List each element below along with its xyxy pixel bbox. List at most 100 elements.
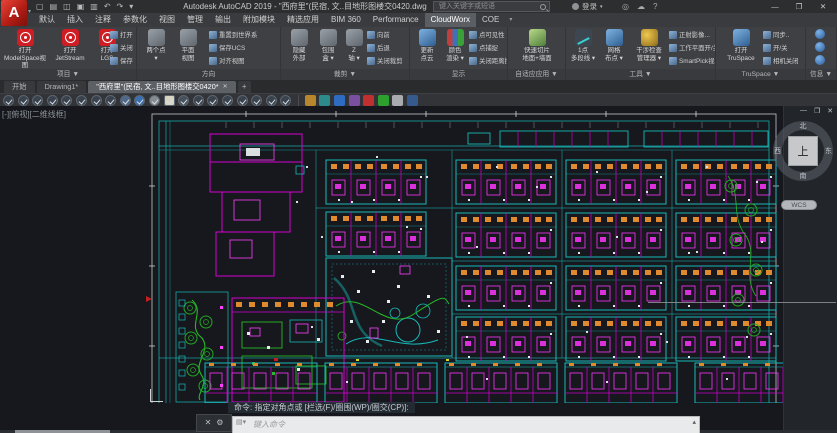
new-file-icon[interactable]: ▢ [36, 0, 44, 13]
clip-forward-button[interactable]: 向前 [367, 28, 409, 41]
wcs-dropdown[interactable]: WCS [781, 200, 817, 210]
ribbon-tab-7[interactable]: 附加模块 [237, 13, 281, 27]
cloudworx-app-icon-2[interactable] [334, 95, 345, 106]
redo-icon[interactable]: ↷ [117, 0, 124, 13]
info-icon-1[interactable] [815, 42, 825, 52]
expand-history-icon[interactable]: ▴ [692, 419, 696, 426]
viewcube-top-face[interactable]: 上 [788, 136, 818, 166]
cloudworx-tool-icon-3[interactable] [47, 95, 58, 106]
command-line-dock[interactable]: ✕ ⚙ ▤▾ ▴ [196, 414, 700, 432]
cloudworx-app-icon-1[interactable] [319, 95, 330, 106]
undo-icon[interactable]: ↶ [104, 0, 111, 13]
cloudworx-tool-icon-2[interactable] [32, 95, 43, 106]
cloudworx-tool-icon-0[interactable] [3, 95, 14, 106]
hide-outside-button[interactable]: 隐藏 外部 [285, 29, 313, 62]
viewcube-north-label[interactable]: 北 [800, 121, 807, 131]
close-command-icon[interactable]: ✕ [205, 419, 212, 427]
ribbon-tab-overflow-icon[interactable]: ▾ [505, 13, 516, 27]
cloudworx-app-icon-4[interactable] [363, 95, 374, 106]
help-icon[interactable]: ? [653, 2, 657, 11]
open-file-icon[interactable]: ▤ [50, 0, 58, 13]
qat-dropdown-icon[interactable]: ▾ [129, 0, 133, 13]
sign-in-button[interactable]: 登录 ▾ [572, 0, 603, 13]
viewcube-west-label[interactable]: 西 [774, 146, 781, 156]
drawing-tab-0[interactable]: 开始 [4, 81, 35, 93]
open-project-button[interactable]: 打开 [110, 28, 136, 41]
reset-to-world-button[interactable]: 重置到世界系 [209, 28, 279, 41]
grid-points-button[interactable]: 网格 布点 ▾ [600, 29, 628, 62]
clip-off-button[interactable]: 关闭裁剪 [367, 54, 409, 67]
ortho-image-button[interactable]: 正射影像... [669, 28, 715, 41]
cloudworx-tool-icon-15[interactable] [222, 95, 233, 106]
cloudworx-tool-icon-4[interactable] [61, 95, 72, 106]
viewcube-east-label[interactable]: 东 [825, 146, 832, 156]
work-plane-toggle-button[interactable]: 工作平面开/关 [669, 41, 715, 54]
camera-off-button[interactable]: 相机关闭 [763, 54, 805, 67]
cloudworx-tool-icon-14[interactable] [207, 95, 218, 106]
restore-button[interactable]: ❐ [787, 0, 811, 13]
command-input[interactable] [232, 416, 700, 433]
ribbon-tab-10[interactable]: Performance [367, 13, 425, 27]
info-icon-2[interactable] [815, 55, 825, 65]
doc-minimize-button[interactable]: — [800, 107, 807, 115]
viewcube-south-label[interactable]: 南 [800, 171, 807, 181]
plot-icon[interactable]: ▥ [90, 0, 98, 13]
model-space-canvas[interactable]: [-][俯视][二维线框] —❐✕ 北 南 东 西 上 WCS 命令: 指定对角… [0, 106, 837, 433]
plan-view-button[interactable]: 平面 视图 [173, 29, 203, 62]
save-ucs-button[interactable]: 保存UCS [209, 41, 279, 54]
cloudworx-tool-icon-16[interactable] [237, 95, 248, 106]
cloudworx-tool-icon-9[interactable] [134, 95, 145, 106]
update-pointcloud-button[interactable]: 更新 点云 [414, 29, 440, 62]
cloudworx-tool-icon-7[interactable] [105, 95, 116, 106]
minimize-button[interactable]: — [763, 0, 787, 13]
ribbon-tab-3[interactable]: 参数化 [117, 13, 153, 27]
cloudworx-app-icon-6[interactable] [392, 95, 403, 106]
save-as-icon[interactable]: ▣ [77, 0, 85, 13]
cloudworx-tool-icon-6[interactable] [91, 95, 102, 106]
site-plan-drawing[interactable] [146, 106, 783, 403]
clip-back-button[interactable]: 后退 [367, 41, 409, 54]
quick-slice-button[interactable]: 快速切片 地面+墙面 [511, 29, 563, 62]
app-store-icon[interactable]: ◎ [622, 2, 629, 11]
point-snap-button[interactable]: 点捕捉 [469, 41, 507, 54]
close-project-button[interactable]: 关闭 [110, 41, 136, 54]
open-modelspace-view-button[interactable]: 打开 ModelSpace视图 [2, 29, 48, 70]
point-visibility-button[interactable]: 点可见性 [469, 28, 507, 41]
truspace-toggle-button[interactable]: 开/关 [763, 41, 805, 54]
customize-command-icon[interactable]: ⚙ [216, 419, 223, 427]
smartpick-view-button[interactable]: SmartPick视图 [669, 54, 715, 67]
ribbon-tab-4[interactable]: 视图 [153, 13, 181, 27]
save-project-button[interactable]: 保存 [110, 54, 136, 67]
cloudworx-tool-icon-12[interactable] [178, 95, 189, 106]
cloudworx-tool-icon-1[interactable] [18, 95, 29, 106]
cloudworx-app-icon-3[interactable] [349, 95, 360, 106]
cloudworx-app-icon-0[interactable] [305, 95, 316, 106]
ribbon-tab-9[interactable]: BIM 360 [325, 13, 367, 27]
ribbon-tab-1[interactable]: 插入 [61, 13, 89, 27]
recent-commands-icon[interactable]: ▤▾ [236, 419, 246, 426]
distance-control-off-button[interactable]: 关闭距离控制 ▾ [469, 54, 507, 67]
tab-close-icon[interactable]: ✕ [223, 81, 228, 93]
doc-restore-button[interactable]: ❐ [814, 107, 820, 115]
drawing-tab-1[interactable]: Drawing1* [37, 81, 87, 93]
viewport-controls-label[interactable]: [-][俯视][二维线框] [2, 109, 66, 120]
color-render-button[interactable]: 颜色 渲染 ▾ [442, 29, 468, 62]
doc-close-button[interactable]: ✕ [827, 107, 833, 115]
drawing-tab-2[interactable]: "西府里"(民宿, 文..目地形图楼交0420*✕ [88, 81, 235, 93]
close-button[interactable]: ✕ [811, 0, 835, 13]
cloudworx-tool-icon-8[interactable] [120, 95, 131, 106]
ribbon-tab-6[interactable]: 输出 [209, 13, 237, 27]
ribbon-tab-5[interactable]: 管理 [181, 13, 209, 27]
open-truspace-button[interactable]: 打开 TruSpace [720, 29, 762, 62]
help-search-box[interactable] [433, 1, 550, 12]
ribbon-tab-12[interactable]: COE [476, 13, 505, 27]
z-axis-button[interactable]: Z 轴 ▾ [343, 29, 365, 62]
save-icon[interactable]: ◫ [63, 0, 71, 13]
clash-manager-button[interactable]: 干涉检查 管理器 ▾ [630, 29, 668, 62]
cloudworx-tool-icon-19[interactable] [280, 95, 291, 106]
cloudworx-app-icon-7[interactable] [407, 95, 418, 106]
viewcube[interactable]: 北 南 东 西 上 [773, 121, 833, 181]
sync-button[interactable]: 同步.. [763, 28, 805, 41]
cloudworx-tool-icon-13[interactable] [193, 95, 204, 106]
ribbon-tab-2[interactable]: 注释 [89, 13, 117, 27]
